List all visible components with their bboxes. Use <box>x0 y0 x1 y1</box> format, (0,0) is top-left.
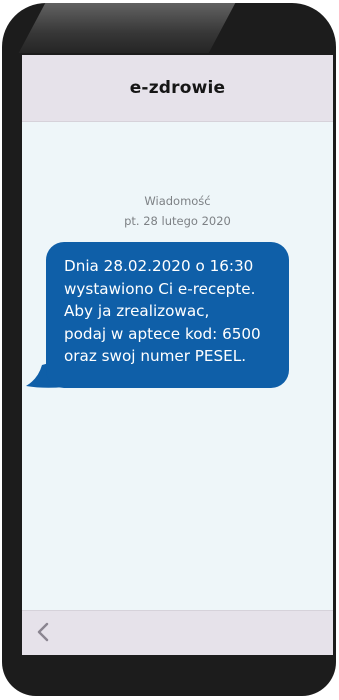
sms-bubble: Dnia 28.02.2020 o 16:30 wystawiono Ci e-… <box>46 242 289 388</box>
message-line: Aby ja zrealizowac, <box>64 302 210 321</box>
message-date: pt. 28 lutego 2020 <box>124 214 231 228</box>
back-button[interactable] <box>28 617 58 647</box>
message-label: Wiadomość <box>144 194 211 208</box>
app-title: e-zdrowie <box>129 78 226 98</box>
app-header: e-zdrowie <box>22 55 333 122</box>
phone-frame: e-zdrowie Wiadomość pt. 28 lutego 2020 D… <box>2 3 336 696</box>
message-line: Dnia 28.02.2020 o 16:30 <box>64 257 254 275</box>
screen-glare <box>18 3 236 53</box>
message-line: oraz swoj numer PESEL. <box>64 347 247 366</box>
chevron-left-icon <box>37 622 49 642</box>
message-line: wystawiono Ci e-recepte. <box>64 279 256 298</box>
phone-screen: e-zdrowie Wiadomość pt. 28 lutego 2020 D… <box>22 55 333 655</box>
bottom-bar <box>22 610 333 655</box>
message-line: podaj w aptece kod: 6500 <box>64 324 261 343</box>
